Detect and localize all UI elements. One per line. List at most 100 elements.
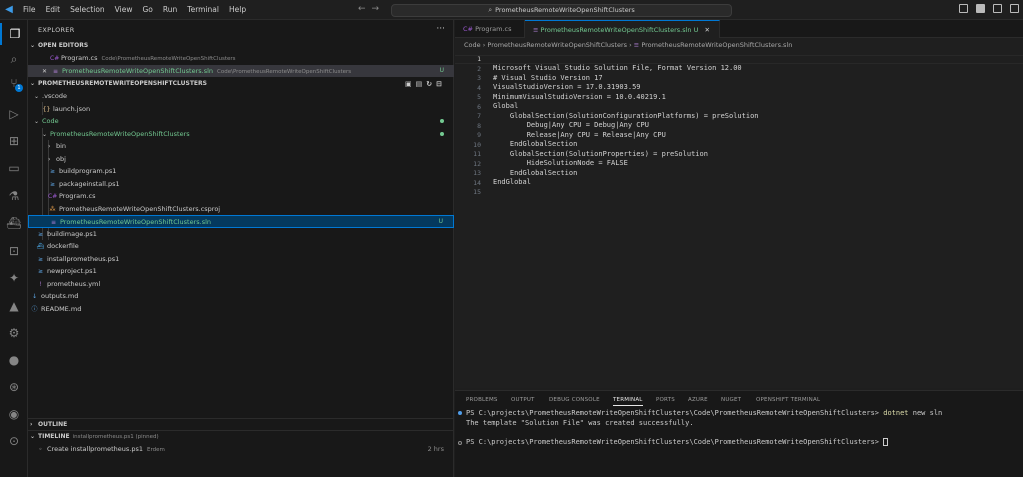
- timeline-header[interactable]: ⌄ TIMELINE installprometheus.ps1 (pinned): [28, 430, 454, 442]
- open-editors-header[interactable]: ⌄ OPEN EDITORS: [28, 40, 454, 52]
- code-editor[interactable]: 1 2 3 4 5 6 7 8 9 10 11 12 13 14 15 Micr…: [455, 52, 1023, 388]
- outline-header[interactable]: › OUTLINE: [28, 418, 454, 430]
- breadcrumb-item[interactable]: PrometheusRemoteWriteOpenShiftClusters.s…: [641, 41, 792, 49]
- explorer-icon[interactable]: ❐: [0, 23, 28, 45]
- new-folder-icon[interactable]: ▤: [416, 80, 427, 88]
- tree-item-label: newproject.ps1: [47, 267, 97, 275]
- timeline-label: TIMELINE: [38, 433, 70, 440]
- tree-file[interactable]: ≥ buildimage.ps1: [28, 228, 454, 241]
- menu-help[interactable]: Help: [224, 0, 251, 20]
- terminal-cursor: [883, 438, 889, 446]
- customize-layout-icon[interactable]: [1010, 4, 1019, 13]
- forward-arrow-icon[interactable]: →: [372, 4, 386, 14]
- tree-folder[interactable]: ⌄ .vscode: [28, 90, 454, 103]
- collapse-all-icon[interactable]: ⊟: [436, 80, 446, 88]
- tree-file[interactable]: ≥ buildprogram.ps1: [28, 165, 454, 178]
- toggle-panel-icon[interactable]: [976, 4, 985, 13]
- timeline-entry[interactable]: ◦ Create installprometheus.ps1 Erdem 2 hrs: [28, 443, 454, 456]
- panel-tab-azure[interactable]: AZURE: [688, 397, 708, 403]
- tree-item-label: Code: [42, 117, 59, 125]
- extensions-icon[interactable]: ⊞: [0, 130, 28, 152]
- refresh-icon[interactable]: ↻: [426, 80, 436, 88]
- tree-folder[interactable]: › obj: [28, 153, 454, 166]
- menu-edit[interactable]: Edit: [41, 0, 66, 20]
- tree-item-label: outputs.md: [41, 292, 79, 300]
- panel-tab-nuget[interactable]: NUGET: [721, 397, 741, 403]
- source-control-badge: 1: [15, 84, 23, 92]
- breadcrumb: Code › PrometheusRemoteWriteOpenShiftClu…: [455, 38, 1023, 52]
- tree-folder[interactable]: ⌄ Code: [28, 115, 454, 128]
- more-actions-icon[interactable]: ···: [436, 24, 445, 34]
- tree-item-label: prometheus.yml: [47, 279, 101, 288]
- tree-file[interactable]: ≥ newproject.ps1: [28, 265, 454, 278]
- panel-tab-debug-console[interactable]: DEBUG CONSOLE: [549, 397, 600, 403]
- manage-icon[interactable]: ⊙: [0, 430, 28, 452]
- menu-selection[interactable]: Selection: [65, 0, 110, 20]
- tree-file[interactable]: ≥ installprometheus.ps1: [28, 253, 454, 266]
- tree-item-label: dockerfile: [47, 242, 79, 250]
- search-icon[interactable]: ⌕: [0, 48, 28, 70]
- line-number: 15: [473, 188, 481, 196]
- tree-file[interactable]: ↓ outputs.md: [28, 290, 454, 303]
- tree-file[interactable]: ⓘ README.md: [28, 303, 454, 316]
- tree-item-label: PrometheusRemoteWriteOpenShiftClusters: [50, 129, 190, 138]
- tree-file[interactable]: {} launch.json: [28, 103, 454, 116]
- open-editor-item-active[interactable]: ✕ ≡ PrometheusRemoteWriteOpenShiftClusters…: [28, 64, 454, 79]
- vscode-logo-icon: ◀: [5, 4, 13, 15]
- tab-program-cs[interactable]: C# Program.cs: [455, 20, 525, 38]
- remote-explorer-icon[interactable]: ▭: [0, 157, 28, 179]
- breadcrumb-item[interactable]: Code: [464, 41, 481, 49]
- gear-icon[interactable]: ⚙: [0, 322, 28, 344]
- kubernetes-icon[interactable]: ⊡: [0, 240, 28, 262]
- terminal-prompt: PS C:\projects\PrometheusRemoteWriteOpen…: [466, 438, 880, 446]
- accounts-icon[interactable]: ◉: [0, 403, 28, 425]
- back-arrow-icon[interactable]: ←: [358, 4, 372, 14]
- azure-icon[interactable]: ▲: [0, 295, 28, 317]
- menu-run[interactable]: Run: [158, 0, 182, 20]
- tree-item-label: launch.json: [53, 104, 91, 113]
- openshift-icon[interactable]: ✦: [0, 267, 28, 289]
- open-editor-path: Code\PrometheusRemoteWriteOpenShiftClust…: [101, 56, 236, 62]
- toggle-primary-sidebar-icon[interactable]: [959, 4, 968, 13]
- toggle-secondary-sidebar-icon[interactable]: [993, 4, 1002, 13]
- tab-solution-file[interactable]: ≡ PrometheusRemoteWriteOpenShiftClusters…: [525, 20, 720, 38]
- command-pending-dot[interactable]: [458, 441, 462, 445]
- tab-label: PrometheusRemoteWriteOpenShiftClusters.s…: [540, 26, 692, 34]
- navigation-arrows[interactable]: ←→: [358, 4, 385, 14]
- tree-file[interactable]: ⁂ PrometheusRemoteWriteOpenShiftClusters.…: [28, 203, 454, 216]
- kubernetes-helm-icon[interactable]: ⊛: [0, 376, 28, 398]
- line-number: 5: [477, 93, 481, 101]
- tree-folder[interactable]: ⌄ PrometheusRemoteWriteOpenShiftClusters: [28, 128, 454, 141]
- github-icon[interactable]: ●: [0, 349, 28, 371]
- panel-tab-output[interactable]: OUTPUT: [511, 397, 535, 403]
- menu-view[interactable]: View: [110, 0, 138, 20]
- menu-file[interactable]: File: [18, 0, 41, 20]
- command-success-dot[interactable]: [458, 411, 462, 415]
- close-icon[interactable]: ✕: [40, 66, 49, 79]
- folder-header[interactable]: ⌄ PROMETHEUSREMOTEWRITEOPENSHIFTCLUSTERS …: [28, 78, 454, 90]
- panel-tab-ports[interactable]: PORTS: [656, 397, 675, 403]
- terminal-line[interactable]: PS C:\projects\PrometheusRemoteWriteOpen…: [466, 438, 889, 446]
- terminal-command: dotnet: [883, 409, 909, 417]
- tree-file[interactable]: C# Program.cs: [28, 190, 454, 203]
- source-control-icon[interactable]: ⑂ 1: [0, 72, 28, 94]
- panel-tab-problems[interactable]: PROBLEMS: [466, 397, 498, 403]
- tree-file[interactable]: ! prometheus.yml: [28, 278, 454, 291]
- command-center-search[interactable]: ⌕ PrometheusRemoteWriteOpenShiftClusters: [391, 4, 732, 17]
- close-tab-icon[interactable]: ✕: [704, 26, 709, 34]
- breadcrumb-item[interactable]: PrometheusRemoteWriteOpenShiftClusters: [487, 41, 627, 49]
- panel-tab-terminal[interactable]: TERMINAL: [613, 397, 643, 406]
- tree-file[interactable]: ⛴ dockerfile: [28, 240, 454, 253]
- tree-file-selected[interactable]: ≡ PrometheusRemoteWriteOpenShiftClusters.…: [28, 215, 454, 228]
- tree-file[interactable]: ≥ packageinstall.ps1: [28, 178, 454, 191]
- open-editor-item[interactable]: C# Program.cs Code\PrometheusRemoteWriteOp…: [28, 52, 454, 65]
- new-file-icon[interactable]: ▣: [405, 80, 416, 88]
- menu-terminal[interactable]: Terminal: [182, 0, 224, 20]
- menu-go[interactable]: Go: [137, 0, 157, 20]
- run-debug-icon[interactable]: ▷: [0, 103, 28, 125]
- testing-icon[interactable]: ⚗: [0, 185, 28, 207]
- tree-folder[interactable]: › bin: [28, 140, 454, 153]
- panel-tab-openshift-terminal[interactable]: OPENSHIFT TERMINAL: [756, 397, 820, 403]
- tree-item-label: PrometheusRemoteWriteOpenShiftClusters.c…: [59, 204, 221, 213]
- docker-icon[interactable]: ⛴: [0, 212, 28, 234]
